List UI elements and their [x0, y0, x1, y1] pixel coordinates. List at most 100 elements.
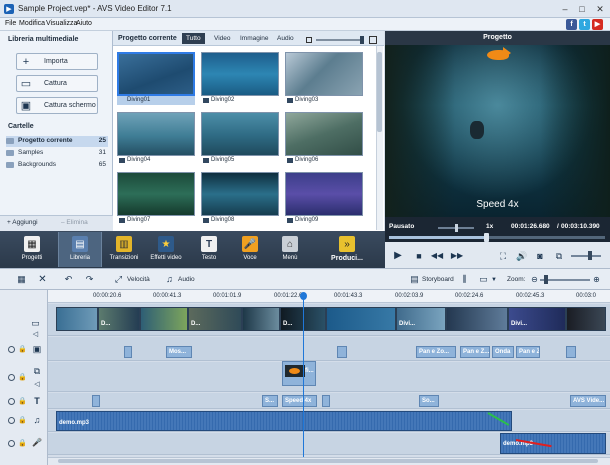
- lock-icon[interactable]: 🔒: [18, 438, 27, 448]
- speaker-icon[interactable]: ◁: [32, 379, 42, 389]
- speed-icon[interactable]: ⤢: [113, 274, 124, 285]
- audio-clip[interactable]: demo.mp3: [56, 411, 512, 431]
- folder-progetto-corrente[interactable]: Progetto corrente 25: [6, 136, 108, 147]
- seek-thumb[interactable]: [484, 233, 489, 242]
- clip-thumbnail[interactable]: Diving05: [201, 112, 279, 165]
- eye-icon[interactable]: [8, 398, 15, 405]
- text-clip[interactable]: So...: [419, 395, 439, 407]
- toolbar-effetti-video[interactable]: ★ Effetti video: [144, 236, 188, 264]
- video-clip[interactable]: [140, 307, 188, 331]
- speaker-icon[interactable]: ◁: [30, 331, 41, 338]
- menu-modifica[interactable]: Modifica: [19, 20, 45, 27]
- text-clip[interactable]: S...: [262, 395, 278, 407]
- audio-button[interactable]: Audio: [178, 276, 195, 283]
- overlay-track[interactable]: [48, 362, 610, 392]
- folder-samples[interactable]: Samples 31: [6, 148, 108, 159]
- menu-visualizza[interactable]: Visualizza: [46, 20, 77, 27]
- menu-file[interactable]: File: [5, 20, 16, 27]
- effect-clip[interactable]: Pan e Zo...: [516, 346, 540, 358]
- volume-thumb[interactable]: [588, 251, 592, 260]
- video-clip[interactable]: Divi...: [508, 307, 566, 331]
- effect-clip[interactable]: [566, 346, 576, 358]
- chevron-down-icon[interactable]: ▼: [490, 274, 498, 285]
- lock-icon[interactable]: 🔒: [18, 396, 27, 406]
- stop-icon[interactable]: ■: [413, 250, 425, 262]
- grid-icon[interactable]: ▦: [16, 274, 27, 285]
- minimize-button[interactable]: –: [557, 2, 573, 16]
- speed-slider-thumb[interactable]: [455, 224, 458, 232]
- video-clip[interactable]: [326, 307, 396, 331]
- eye-icon[interactable]: [8, 440, 15, 447]
- import-button[interactable]: + Importa: [16, 53, 98, 70]
- eye-icon[interactable]: [8, 417, 15, 424]
- zoom-in-icon[interactable]: ⊕: [592, 275, 601, 284]
- clip-thumbnail[interactable]: Diving04: [117, 112, 195, 165]
- timeline-scrollbar-thumb[interactable]: [58, 459, 598, 463]
- tab-tutto[interactable]: Tutto: [182, 33, 205, 44]
- eye-icon[interactable]: [8, 346, 15, 353]
- zoom-out-icon[interactable]: ⊖: [530, 275, 539, 284]
- toolbar-progetti[interactable]: ▦ Progetti: [12, 236, 52, 264]
- tab-video[interactable]: Video: [210, 33, 235, 44]
- clip-thumbnail[interactable]: Diving08: [201, 172, 279, 225]
- storyboard-icon[interactable]: ▤: [409, 274, 420, 285]
- video-clip[interactable]: D...: [188, 307, 242, 331]
- popout-icon[interactable]: ⧉: [553, 250, 565, 262]
- lock-icon[interactable]: 🔒: [18, 372, 27, 382]
- tab-immagine[interactable]: Immagine: [236, 33, 273, 44]
- toolbar-testo[interactable]: T Testo: [189, 236, 229, 264]
- playhead-handle[interactable]: [300, 292, 307, 300]
- scrollbar-thumb[interactable]: [377, 52, 382, 132]
- youtube-icon[interactable]: ▶: [592, 19, 603, 30]
- text-clip[interactable]: [92, 395, 100, 407]
- twitter-icon[interactable]: t: [579, 19, 590, 30]
- snapshot-icon[interactable]: ◙: [533, 250, 547, 262]
- video-clip[interactable]: [566, 307, 606, 331]
- facebook-icon[interactable]: f: [566, 19, 577, 30]
- music-note-icon[interactable]: ♫: [164, 274, 175, 285]
- text-clip[interactable]: Speed 4x: [282, 395, 317, 407]
- lock-icon[interactable]: 🔒: [18, 344, 27, 354]
- add-folder-button[interactable]: + Aggiungi: [7, 219, 38, 226]
- effect-clip[interactable]: [337, 346, 347, 358]
- storyboard-button[interactable]: Storyboard: [422, 276, 454, 283]
- play-icon[interactable]: ▶: [392, 250, 404, 262]
- video-clip[interactable]: D...: [98, 307, 140, 331]
- display-icon[interactable]: ▭: [478, 274, 489, 285]
- previous-frame-icon[interactable]: ◀◀: [431, 250, 443, 262]
- maximize-button[interactable]: □: [574, 2, 590, 16]
- text-clip[interactable]: AVS Vide...: [570, 395, 606, 407]
- audio-mixer-icon[interactable]: ⫼: [459, 274, 470, 285]
- delete-folder-button[interactable]: – Elimina: [61, 219, 88, 226]
- slider-thumb[interactable]: [360, 36, 364, 44]
- thumb-size-slider[interactable]: [316, 39, 364, 41]
- video-clip[interactable]: [56, 307, 98, 331]
- preview-video[interactable]: [385, 45, 610, 217]
- video-clip[interactable]: [242, 307, 280, 331]
- clip-thumbnail[interactable]: Diving07: [117, 172, 195, 225]
- redo-icon[interactable]: ↷: [84, 274, 95, 285]
- zoom-thumb[interactable]: [544, 275, 548, 284]
- toolbar-transizioni[interactable]: ▥ Transizioni: [104, 236, 144, 264]
- tab-audio[interactable]: Audio: [273, 33, 298, 44]
- next-frame-icon[interactable]: ▶▶: [451, 250, 463, 262]
- speed-button[interactable]: Velocità: [127, 276, 150, 283]
- clip-thumbnail[interactable]: Diving02: [201, 52, 279, 105]
- video-clip[interactable]: [446, 307, 508, 331]
- capture-button[interactable]: ▭ Cattura: [16, 75, 98, 92]
- toolbar-voce[interactable]: 🎤 Voce: [230, 236, 270, 264]
- audio-clip[interactable]: demo.mp3: [500, 433, 606, 454]
- text-clip[interactable]: [322, 395, 330, 407]
- eye-icon[interactable]: [8, 374, 15, 381]
- overlay-clip[interactable]: fi...: [282, 361, 316, 386]
- undo-icon[interactable]: ↶: [63, 274, 74, 285]
- video-clip[interactable]: Divi...: [396, 307, 446, 331]
- toolbar-libreria[interactable]: ▤ Libreria: [60, 236, 100, 264]
- fullscreen-icon[interactable]: ⛶: [497, 250, 509, 262]
- effect-clip[interactable]: Pan e Zo...: [416, 346, 456, 358]
- toolbar-menu[interactable]: ⌂ Menù: [270, 236, 310, 264]
- clip-thumbnail[interactable]: Diving06: [285, 112, 363, 165]
- close-button[interactable]: ✕: [592, 2, 608, 16]
- menu-aiuto[interactable]: Aiuto: [76, 20, 92, 27]
- effect-clip[interactable]: Pan e Z...: [460, 346, 490, 358]
